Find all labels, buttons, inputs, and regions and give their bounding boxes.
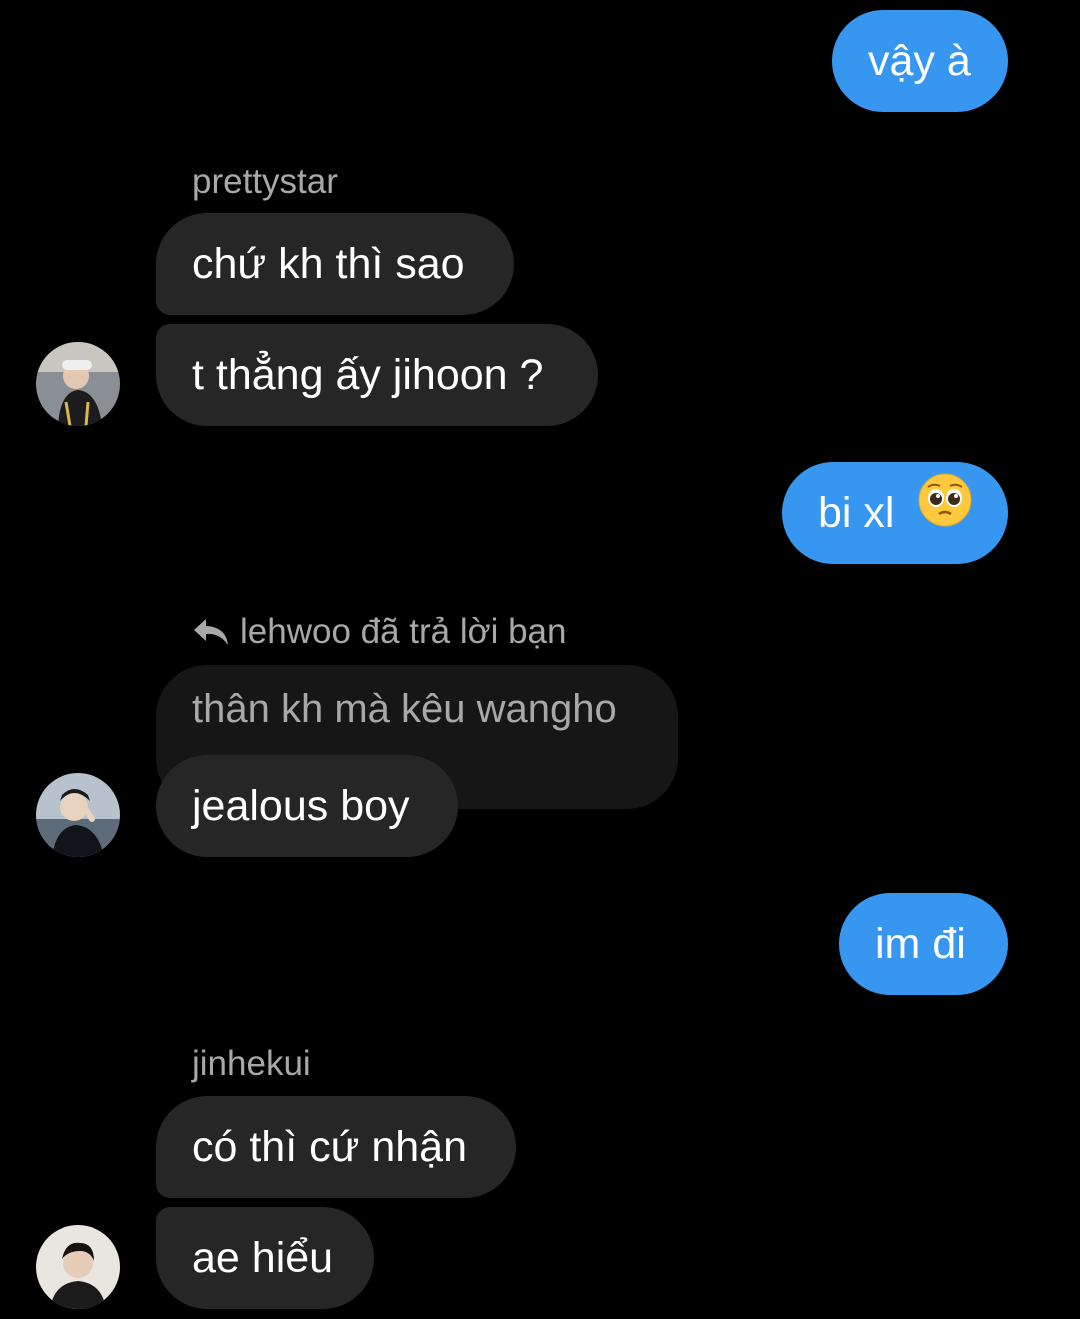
incoming-message[interactable]: jealous boy (156, 755, 458, 857)
message-text: có thì cứ nhận (192, 1123, 468, 1171)
sender-name: jinhekui (192, 1044, 311, 1083)
quoted-text: thân kh mà kêu wangho (192, 687, 617, 731)
incoming-message[interactable]: chứ kh thì sao (156, 213, 514, 315)
outgoing-message[interactable]: vậy à (832, 10, 1008, 112)
outgoing-message[interactable]: im đi (839, 893, 1008, 995)
avatar[interactable] (36, 342, 120, 426)
incoming-message[interactable]: có thì cứ nhận (156, 1096, 516, 1198)
avatar[interactable] (36, 773, 120, 857)
message-text: vậy à (868, 37, 971, 85)
sender-name: prettystar (192, 162, 338, 201)
avatar-image (36, 1225, 120, 1309)
message-text: im đi (875, 920, 966, 968)
avatar-image (36, 773, 120, 857)
pleading-face-emoji (918, 462, 972, 564)
outgoing-message[interactable]: bi xl (782, 462, 1008, 564)
reply-label: lehwoo đã trả lời bạn (192, 612, 566, 652)
reply-arrow-icon (194, 619, 228, 645)
avatar-image (36, 342, 120, 426)
avatar[interactable] (36, 1225, 120, 1309)
message-text: chứ kh thì sao (192, 240, 465, 288)
message-text: ae hiểu (192, 1234, 334, 1282)
message-text: t thẳng ấy jihoon ? (192, 351, 544, 399)
incoming-message[interactable]: ae hiểu (156, 1207, 374, 1309)
message-text: jealous boy (192, 782, 410, 830)
message-text: bi xl (818, 489, 895, 537)
reply-label-text: lehwoo đã trả lời bạn (240, 612, 567, 651)
incoming-message[interactable]: t thẳng ấy jihoon ? (156, 324, 598, 426)
